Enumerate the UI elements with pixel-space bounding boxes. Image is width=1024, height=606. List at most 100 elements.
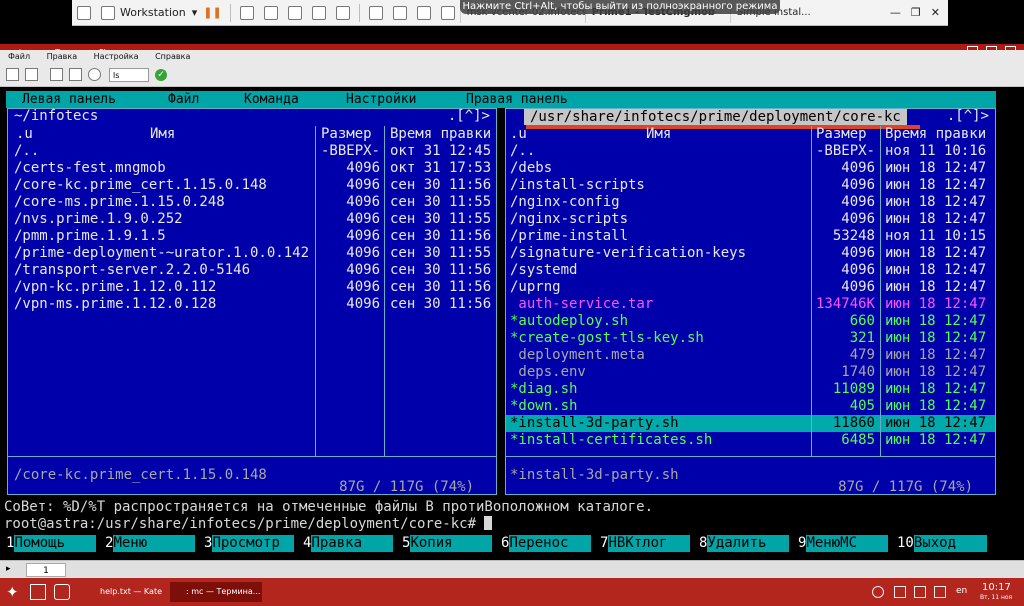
- close-icon[interactable]: ✕: [931, 6, 940, 19]
- fkey-1[interactable]: 1Помощь: [6, 535, 105, 552]
- show-desktop-icon[interactable]: [54, 584, 70, 600]
- file-row[interactable]: /debs 4096 июн 18 12:47: [506, 160, 995, 177]
- file-row[interactable]: *down.sh 405 июн 18 12:47: [506, 398, 995, 415]
- mc-menu-file[interactable]: Файл: [168, 91, 199, 108]
- run-ok-icon[interactable]: ✓: [155, 68, 167, 81]
- mc-menu-command[interactable]: Команда: [244, 91, 299, 108]
- minimize-icon[interactable]: —: [890, 6, 901, 19]
- right-panel-path[interactable]: /usr/share/infotecs/prime/deployment/cor…: [524, 109, 907, 125]
- file-row[interactable]: /certs-fest.mngmob 4096 окт 31 17:53: [8, 160, 496, 177]
- left-panel-path[interactable]: ~/infotecs: [14, 108, 98, 125]
- column-mtime-header[interactable]: Время правки: [390, 126, 491, 143]
- column-name-header[interactable]: Имя: [646, 126, 671, 143]
- right-panel-corner[interactable]: .[^]>: [947, 108, 989, 125]
- left-panel-corner[interactable]: .[^]>: [448, 108, 490, 125]
- pause-icon[interactable]: ❚❚: [203, 6, 221, 19]
- file-row[interactable]: *create-gost-tls-key.sh 321 июн 18 12:47: [506, 330, 995, 347]
- mc-menu-right-panel[interactable]: Правая панель: [466, 91, 568, 108]
- file-row[interactable]: /core-kc.prime_cert.1.15.0.148 4096 сен 30…: [8, 177, 496, 194]
- file-row[interactable]: /install-scripts 4096 июн 18 12:47: [506, 177, 995, 194]
- fkey-5[interactable]: 5Копия: [402, 535, 501, 552]
- file-row[interactable]: /nginx-config 4096 июн 18 12:47: [506, 194, 995, 211]
- network-icon[interactable]: [872, 586, 884, 598]
- search-icon[interactable]: [88, 68, 101, 81]
- menu-settings[interactable]: Настройка: [94, 52, 139, 61]
- fkey-6[interactable]: 6Перенос: [501, 535, 600, 552]
- file-row[interactable]: /.. -ВВЕРХ-ноя 11 10:16: [506, 143, 995, 160]
- clock-time[interactable]: 10:17: [982, 582, 1011, 593]
- file-row[interactable]: /vpn-kc.prime.1.12.0.112 4096 сен 30 11:56: [8, 279, 496, 296]
- file-row[interactable]: /nvs.prime.1.9.0.252 4096 сен 30 11:55: [8, 211, 496, 228]
- fkey-7[interactable]: 7НВКтлог: [600, 535, 699, 552]
- menu-edit[interactable]: Правка: [47, 52, 77, 61]
- file-row[interactable]: deps.env 1740 июн 18 12:47: [506, 364, 995, 381]
- file-row[interactable]: /systemd 4096 июн 18 12:47: [506, 262, 995, 279]
- copy-icon[interactable]: [50, 68, 63, 81]
- file-row[interactable]: /core-ms.prime.1.15.0.248 4096 сен 30 11:5…: [8, 194, 496, 211]
- column-name-header[interactable]: Имя: [150, 126, 175, 143]
- menu-file[interactable]: Файл: [8, 52, 30, 61]
- command-combo[interactable]: ls: [109, 67, 149, 82]
- start-menu-icon[interactable]: ✦: [6, 584, 22, 600]
- file-row[interactable]: /signature-verification-keys 4096 июн 18 1…: [506, 245, 995, 262]
- manage-snapshots-icon[interactable]: [311, 5, 326, 20]
- column-mtime-header[interactable]: Время правки: [885, 126, 986, 143]
- sort-indicator[interactable]: .u: [16, 126, 33, 143]
- fkey-3[interactable]: 3Просмотр: [204, 535, 303, 552]
- file-row[interactable]: /prime-install 53248 ноя 11 10:15: [506, 228, 995, 245]
- fullscreen-icon[interactable]: [335, 5, 350, 20]
- file-row[interactable]: /.. -ВВЕРХ-окт 31 12:45: [8, 143, 496, 160]
- taskbar-app-terminal[interactable]: : mc — Термина...: [170, 582, 262, 602]
- console-icon[interactable]: [416, 5, 431, 20]
- chevron-down-icon[interactable]: ▾: [192, 6, 198, 19]
- file-row[interactable]: *diag.sh 11089 июн 18 12:47: [506, 381, 995, 398]
- shell-prompt[interactable]: root@astra:/usr/share/infotecs/prime/dep…: [4, 516, 493, 533]
- terminal-area[interactable]: Левая панель Файл Команда Настройки Прав…: [0, 87, 1024, 555]
- fkey-2[interactable]: 2Меню: [105, 535, 204, 552]
- terminal-tab-1[interactable]: 1: [26, 563, 66, 577]
- keyboard-layout[interactable]: en: [956, 586, 967, 596]
- file-row[interactable]: /prime-deployment-~urator.1.0.0.142 4096 с…: [8, 245, 496, 262]
- mc-menu-settings[interactable]: Настройки: [346, 91, 416, 108]
- new-window-icon[interactable]: [25, 68, 38, 81]
- menu-help[interactable]: Справка: [155, 52, 190, 61]
- pin-icon[interactable]: [77, 5, 91, 20]
- tray-volume-icon[interactable]: [914, 586, 926, 598]
- file-row[interactable]: *autodeploy.sh 660 июн 18 12:47: [506, 313, 995, 330]
- file-row[interactable]: /transport-server.2.2.0-5146 4096 сен 30 1…: [8, 262, 496, 279]
- terminal-icon[interactable]: [440, 5, 455, 20]
- file-row[interactable]: /pmm.prime.1.9.1.5 4096 сен 30 11:56: [8, 228, 496, 245]
- file-row[interactable]: deployment.meta 479 июн 18 12:47: [506, 347, 995, 364]
- column-size-header[interactable]: Размер: [321, 126, 372, 143]
- taskbar-app-kate[interactable]: help.txt — Kate: [84, 582, 164, 602]
- fkey-8[interactable]: 8Удалить: [699, 535, 798, 552]
- right-panel[interactable]: /usr/share/infotecs/prime/deployment/cor…: [505, 108, 996, 495]
- tabs-menu-icon[interactable]: ▸: [6, 564, 11, 574]
- file-row[interactable]: /vpn-ms.prime.1.12.0.128 4096 сен 30 11:56: [8, 296, 496, 313]
- fkey-10[interactable]: 10Выход: [897, 535, 996, 552]
- revert-snapshot-icon[interactable]: [287, 5, 302, 20]
- fkey-4[interactable]: 4Правка: [303, 535, 402, 552]
- paste-icon[interactable]: [69, 68, 82, 81]
- file-row[interactable]: /uprng 4096 июн 18 12:47: [506, 279, 995, 296]
- unity-icon[interactable]: [392, 5, 407, 20]
- sort-indicator[interactable]: .u: [510, 126, 527, 143]
- mc-menubar: Левая панель Файл Команда Настройки Прав…: [6, 91, 996, 108]
- file-row[interactable]: auth-service.tar 134746K июн 18 12:47: [506, 296, 995, 313]
- tray-app-icon[interactable]: [894, 586, 906, 598]
- send-keys-icon[interactable]: [239, 5, 254, 20]
- restore-icon[interactable]: ❐: [911, 6, 921, 19]
- new-tab-icon[interactable]: [6, 68, 19, 81]
- windows-icon[interactable]: [30, 584, 46, 600]
- file-row[interactable]: /nginx-scripts 4096 июн 18 12:47: [506, 211, 995, 228]
- fkey-9[interactable]: 9МенюМС: [798, 535, 897, 552]
- file-row[interactable]: *install-certificates.sh 6485 июн 18 12:47: [506, 432, 995, 449]
- mc-menu-left-panel[interactable]: Левая панель: [22, 91, 116, 108]
- snapshot-icon[interactable]: [263, 5, 278, 20]
- workstation-menu[interactable]: Workstation: [120, 6, 186, 19]
- left-panel[interactable]: ~/infotecs .[^]> .u Имя Размер Время пра…: [7, 108, 497, 495]
- tray-clipboard-icon[interactable]: [934, 586, 946, 598]
- file-row[interactable]: *install-3d-party.sh 11860 июн 18 12:47: [506, 415, 995, 432]
- view-icon[interactable]: [368, 5, 383, 20]
- column-size-header[interactable]: Размер: [816, 126, 867, 143]
